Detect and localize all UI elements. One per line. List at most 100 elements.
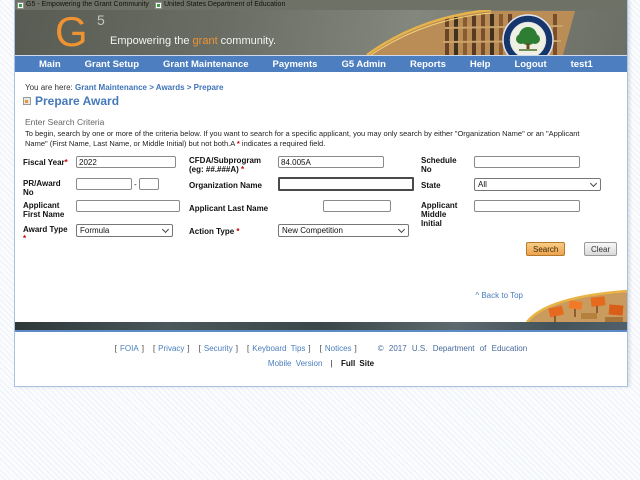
foia-link[interactable]: FOIA <box>120 344 139 353</box>
tagline-suffix: community. <box>217 35 277 47</box>
state-select[interactable]: All <box>474 178 601 191</box>
footer-pipe: | <box>330 359 333 368</box>
cfda-label: CFDA/Subprogram (eg: ##.###A) * <box>189 156 279 174</box>
footer-link-foia: [FOIA] <box>115 344 144 353</box>
footer: [FOIA] [Privacy] [Security] [Keyboard Ti… <box>15 332 627 385</box>
footer-site-toggle: Mobile Version | Full Site <box>15 359 627 368</box>
bracket: [ <box>198 344 201 353</box>
schedule-no-label: Schedule No <box>421 156 457 174</box>
back-to-top-link[interactable]: ^ Back to Top <box>475 291 523 300</box>
section-title: Enter Search Criteria <box>25 117 105 127</box>
applicant-last-name-input[interactable] <box>323 200 391 212</box>
nav-item-grant-maintenance[interactable]: Grant Maintenance <box>163 59 249 70</box>
cfda-label-line2: (eg: ##.###A) <box>189 165 242 174</box>
cfda-required: * <box>241 165 245 174</box>
tagline-prefix: Empowering the <box>110 35 193 47</box>
fiscal-year-input[interactable] <box>76 156 176 168</box>
nav-item-grant-setup[interactable]: Grant Setup <box>85 59 139 70</box>
site-link-label[interactable]: United States Department of Education <box>164 1 285 9</box>
action-type-select[interactable]: New Competition <box>278 224 409 237</box>
broken-image-icon <box>17 1 24 9</box>
keyboard-tips-link[interactable]: Keyboard Tips <box>252 344 305 353</box>
site-link-g5[interactable]: G5 - Empowering the Grant Community <box>17 1 149 9</box>
instructions-line2-after: indicates a required field. <box>239 138 326 148</box>
applicant-first-name-input[interactable] <box>76 200 180 212</box>
pr-award-no-input-2[interactable] <box>139 178 159 190</box>
footer-copyright: © 2017 U.S. Department of Education <box>377 344 528 353</box>
bracket: [ <box>152 344 156 353</box>
nav-bar: Main Grant Setup Grant Maintenance Payme… <box>15 55 627 72</box>
footer-links-row: [FOIA] [Privacy] [Security] [Keyboard Ti… <box>15 344 627 353</box>
site-link-ed[interactable]: United States Department of Education <box>154 1 285 9</box>
pr-award-no-label: PR/Award No <box>23 179 61 197</box>
fiscal-year-label-text: Fiscal Year <box>23 158 65 167</box>
breadcrumb: You are here: Grant Maintenance > Awards… <box>25 83 223 92</box>
bracket: ] <box>187 344 190 353</box>
action-type-select-value: New Competition <box>282 226 343 235</box>
state-label: State <box>421 181 441 190</box>
footer-link-privacy: [Privacy] <box>153 344 190 353</box>
bracket: ] <box>141 344 144 353</box>
screen: G5 - Empowering the Grant Community Unit… <box>0 0 640 480</box>
pr-award-no-input-1[interactable] <box>76 178 132 190</box>
fiscal-year-required: * <box>64 158 68 167</box>
footer-link-notices: [Notices] <box>320 344 357 353</box>
organization-name-input[interactable] <box>278 177 414 191</box>
nav-item-help[interactable]: Help <box>470 59 491 70</box>
state-select-value: All <box>478 180 487 189</box>
footer-divider-bar <box>15 322 627 330</box>
main-content: You are here: Grant Maintenance > Awards… <box>15 72 627 322</box>
browser-strip: G5 - Empowering the Grant Community Unit… <box>15 0 627 10</box>
chevron-down-icon <box>589 179 598 188</box>
applicant-middle-initial-input[interactable] <box>474 200 580 212</box>
action-type-label-text: Action Type <box>189 227 237 236</box>
bracket: [ <box>319 344 322 353</box>
cfda-input[interactable] <box>278 156 384 168</box>
award-type-label: Award Type * <box>23 225 77 243</box>
footer-link-keyboard-tips: [Keyboard Tips] <box>247 344 311 353</box>
breadcrumb-path[interactable]: Grant Maintenance > Awards > Prepare <box>75 83 224 92</box>
nav-item-reports[interactable]: Reports <box>410 59 446 70</box>
nav-item-logout[interactable]: Logout <box>514 59 546 70</box>
applicant-middle-initial-label: Applicant Middle Initial <box>421 201 458 228</box>
fiscal-year-label: Fiscal Year* <box>23 158 77 167</box>
footer-link-security: [Security] <box>199 344 238 353</box>
cfda-label-line1: CFDA/Subprogram <box>189 156 261 165</box>
nav-item-main[interactable]: Main <box>39 59 61 70</box>
full-site-label[interactable]: Full Site <box>341 359 374 368</box>
bracket: [ <box>247 344 250 353</box>
page-title-row: Prepare Award <box>23 94 119 108</box>
award-type-label-text: Award Type <box>23 225 68 234</box>
prepare-award-icon <box>23 97 31 105</box>
chevron-down-icon <box>397 225 406 234</box>
search-instructions: To begin, search by one or more of the c… <box>25 129 580 148</box>
organization-name-label: Organization Name <box>189 181 262 190</box>
clear-button[interactable]: Clear <box>584 242 618 256</box>
bracket: [ <box>114 344 118 353</box>
action-type-label: Action Type * <box>189 227 240 236</box>
tagline: Empowering the grant community. <box>110 35 276 47</box>
notices-link[interactable]: Notices <box>325 344 352 353</box>
g5-logo-5: 5 <box>97 12 105 28</box>
award-type-select[interactable]: Formula <box>76 224 173 237</box>
award-type-select-value: Formula <box>80 226 110 235</box>
classroom-corner-image <box>526 289 627 322</box>
nav-item-payments[interactable]: Payments <box>273 59 318 70</box>
search-button[interactable]: Search <box>526 242 566 256</box>
applicant-last-name-label: Applicant Last Name <box>189 204 269 213</box>
schedule-no-input[interactable] <box>474 156 580 168</box>
nav-item-g5-admin[interactable]: G5 Admin <box>341 59 386 70</box>
site-link-label[interactable]: G5 - Empowering the Grant Community <box>26 1 149 9</box>
bracket: ] <box>354 344 357 353</box>
privacy-link[interactable]: Privacy <box>158 344 184 353</box>
broken-image-icon <box>154 1 162 9</box>
g5-logo-g: G <box>55 10 88 55</box>
bracket: ] <box>308 344 311 353</box>
page-title: Prepare Award <box>35 94 120 108</box>
chevron-down-icon <box>161 225 170 234</box>
nav-item-username[interactable]: test1 <box>571 59 593 70</box>
mobile-version-link[interactable]: Mobile Version <box>268 359 322 368</box>
security-link[interactable]: Security <box>204 344 233 353</box>
award-type-required: * <box>23 234 27 243</box>
banner-artwork <box>366 10 575 55</box>
